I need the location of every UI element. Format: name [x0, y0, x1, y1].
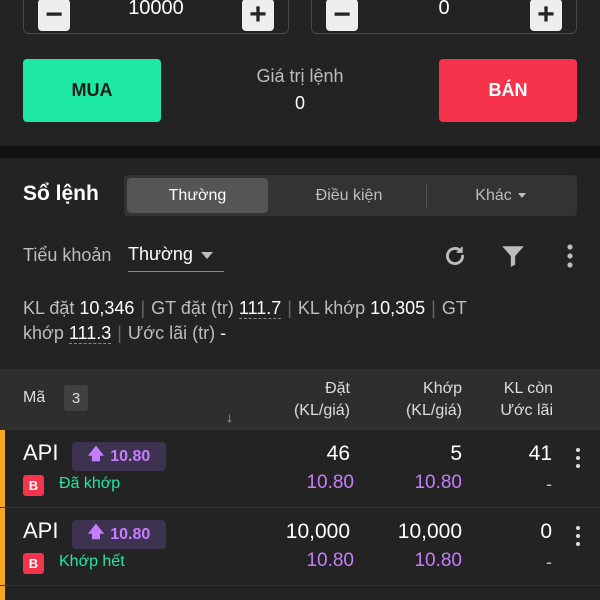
subaccount-select[interactable]: Thường: [128, 244, 224, 272]
matched-price: 10.80: [414, 472, 462, 493]
column-placed[interactable]: Đặt (KL/giá): [294, 378, 350, 422]
gt-khop-value: 111.3: [68, 323, 112, 344]
column-symbol[interactable]: Mã: [23, 389, 45, 407]
column-est-profit: Ước lãi: [500, 402, 553, 419]
row-marker: [0, 508, 5, 585]
sort-arrow-icon[interactable]: ↓: [226, 409, 233, 425]
quantity-stepper[interactable]: − 10000 +: [23, 0, 289, 34]
gt-dat-value: 111.7: [238, 298, 282, 319]
column-matched[interactable]: Khớp (KL/giá): [406, 378, 462, 422]
placed-price: 10.80: [306, 550, 354, 571]
order-book: Sổ lệnh Thường Điều kiện Khác Tiểu khoản…: [0, 158, 600, 600]
tab-normal[interactable]: Thường: [127, 178, 268, 213]
quantity-plus-button[interactable]: +: [242, 0, 274, 31]
price-minus-button[interactable]: −: [326, 0, 358, 31]
uoc-lai-value: -: [220, 323, 227, 343]
row-symbol: API: [23, 440, 59, 465]
more-vertical-icon[interactable]: [574, 526, 582, 550]
row-price: 10.80: [110, 447, 151, 465]
price-plus-button[interactable]: +: [530, 0, 562, 31]
column-placed-title: Đặt: [325, 380, 350, 397]
tab-other-label: Khác: [475, 186, 512, 204]
gt-dat-label: GT đặt (tr): [151, 298, 234, 318]
placed-qty: 46: [326, 442, 350, 465]
side-badge: B: [23, 475, 44, 496]
arrow-up-icon: 🡅: [87, 524, 105, 541]
column-matched-title: Khớp: [423, 380, 462, 397]
order-value-amount: 0: [294, 93, 305, 113]
kl-dat-value: 10,346: [79, 298, 135, 318]
price-badge: 🡅 10.80: [72, 520, 166, 549]
column-remaining-title: KL còn: [503, 380, 553, 397]
quantity-minus-button[interactable]: −: [38, 0, 70, 31]
remaining-qty: 41: [528, 442, 552, 465]
matched-qty: 10,000: [397, 520, 462, 543]
placed-price: 10.80: [306, 472, 354, 493]
kl-khop-value: 10,305: [370, 298, 426, 318]
matched-price: 10.80: [414, 550, 462, 571]
table-row[interactable]: API 🡅 10.80 B Khớp hết 10,000 10.80 10,00…: [0, 507, 600, 585]
chevron-down-icon: [200, 251, 213, 259]
row-price: 10.80: [110, 525, 151, 543]
price-stepper[interactable]: − 0 +: [311, 0, 577, 34]
gt-khop-label-1: GT: [441, 298, 467, 318]
kl-dat-label: KL đặt: [23, 298, 75, 318]
est-profit: -: [546, 552, 552, 572]
refresh-icon[interactable]: [441, 242, 469, 270]
chevron-down-icon: [517, 193, 526, 198]
price-value[interactable]: 0: [362, 0, 526, 20]
subaccount-label: Tiểu khoản: [23, 245, 112, 265]
remaining-qty: 0: [540, 520, 552, 543]
order-form: − 10000 + − 0 + MUA Giá trị lệnh 0 BÁN: [0, 0, 600, 146]
kl-khop-label: KL khớp: [297, 298, 366, 318]
filter-icon[interactable]: [499, 242, 527, 270]
order-summary: KL đặt 10,346 | GT đặt (tr) 111.7 | KL khớp …: [23, 298, 467, 344]
row-symbol: API: [23, 518, 59, 543]
placed-qty: 10,000: [285, 520, 350, 543]
arrow-up-icon: 🡅: [87, 446, 105, 463]
order-count-badge: 3: [64, 385, 88, 411]
order-type-tabs: Thường Điều kiện Khác: [124, 175, 577, 216]
more-vertical-icon[interactable]: [574, 448, 582, 472]
tab-conditional[interactable]: Điều kiện: [274, 178, 424, 213]
column-placed-sub: (KL/giá): [293, 402, 350, 419]
side-badge: B: [23, 553, 44, 574]
column-remaining[interactable]: KL còn Ước lãi: [500, 378, 553, 422]
row-status: Khớp hết: [59, 553, 125, 570]
quantity-value[interactable]: 10000: [74, 0, 238, 20]
price-badge: 🡅 10.80: [72, 442, 166, 471]
table-header: Mã 3 ↓ Đặt (KL/giá) Khớp (KL/giá) KL còn…: [0, 369, 600, 429]
order-value: Giá trị lệnh 0: [200, 66, 400, 114]
est-profit: -: [546, 474, 552, 494]
table-row[interactable]: API 🡅 10.80 B Đã khớp 46 10.80 5 10.80 41…: [0, 429, 600, 507]
row-marker: [0, 586, 5, 600]
more-vertical-icon[interactable]: [556, 242, 584, 270]
row-marker: [0, 430, 5, 507]
order-book-title: Sổ lệnh: [23, 182, 99, 205]
sell-button[interactable]: BÁN: [439, 59, 577, 122]
subaccount-value: Thường: [128, 244, 193, 264]
column-matched-sub: (KL/giá): [405, 402, 462, 419]
row-status: Đã khớp: [59, 475, 121, 492]
table-row[interactable]: [0, 585, 600, 600]
uoc-lai-label: Ước lãi (tr): [127, 323, 216, 343]
buy-button[interactable]: MUA: [23, 59, 161, 122]
matched-qty: 5: [450, 442, 462, 465]
order-value-label: Giá trị lệnh: [256, 66, 344, 86]
gt-khop-label-2: khớp: [23, 323, 64, 343]
tab-other[interactable]: Khác: [427, 178, 574, 213]
